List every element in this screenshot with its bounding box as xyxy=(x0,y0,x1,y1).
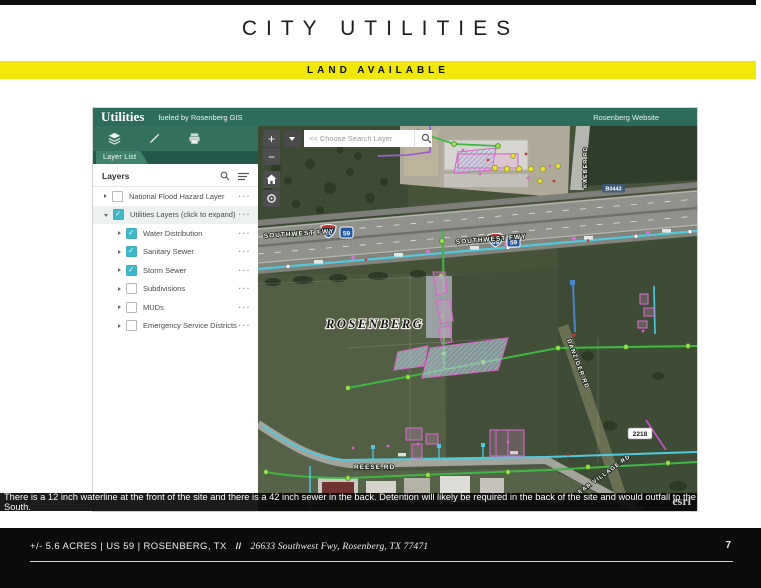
map-viewport[interactable]: 69 59 69 59 xyxy=(258,126,697,511)
gis-header: Utilities fueled by Rosenberg GIS Rosenb… xyxy=(93,108,697,126)
layer-row-emergency-service[interactable]: Emergency Service Districts ··· xyxy=(93,317,258,336)
layer-row-muds[interactable]: MUDs ··· xyxy=(93,298,258,317)
layer-label: Storm Sewer xyxy=(143,266,239,275)
home-extent-button[interactable] xyxy=(263,171,280,188)
gis-app-title: Utilities xyxy=(101,109,144,125)
layer-checkbox[interactable] xyxy=(113,209,124,220)
layer-menu-dots-icon[interactable]: ··· xyxy=(239,192,252,201)
b0443-label: B0443 xyxy=(605,186,621,192)
layer-menu-dots-icon[interactable]: ··· xyxy=(239,303,252,312)
search-icon xyxy=(421,133,432,144)
footer-rule xyxy=(30,561,733,562)
property-address: 26633 Southwest Fwy, Rosenberg, TX 77471 xyxy=(251,542,429,552)
expand-arrow-icon[interactable] xyxy=(118,268,121,272)
esri-attribution: esri xyxy=(672,494,691,509)
layer-options-icon[interactable] xyxy=(238,172,249,181)
footer: +/- 5.6 ACRES | US 59 | ROSENBERG, TX //… xyxy=(0,528,761,588)
layer-checkbox[interactable] xyxy=(126,283,137,294)
layers-panel-header: Layers xyxy=(93,164,258,187)
rosenberg-website-link[interactable]: Rosenberg Website xyxy=(593,113,659,122)
expand-arrow-icon[interactable] xyxy=(104,194,107,198)
top-accent-bar xyxy=(0,0,756,5)
layer-row-utilities[interactable]: Utilities Layers (click to expand) ··· xyxy=(93,206,258,225)
layer-label: Emergency Service Districts xyxy=(143,321,239,330)
zoom-in-button[interactable]: + xyxy=(263,130,280,147)
banner-label: LAND AVAILABLE xyxy=(307,65,449,76)
footer-separator: // xyxy=(236,541,242,551)
layer-label: MUDs xyxy=(143,303,239,312)
layer-checkbox[interactable] xyxy=(126,265,137,276)
gis-body: Layer List Layers xyxy=(93,126,697,511)
expand-arrow-icon[interactable] xyxy=(118,231,121,235)
gis-tagline: fueled by Rosenberg GIS xyxy=(158,113,242,122)
land-available-banner: LAND AVAILABLE xyxy=(0,61,756,79)
reese-rd-label: REESE RD xyxy=(354,464,395,471)
search-input[interactable] xyxy=(304,130,414,147)
layer-checkbox[interactable] xyxy=(112,191,123,202)
layer-menu-dots-icon[interactable]: ··· xyxy=(239,229,252,238)
expand-arrow-icon[interactable] xyxy=(104,214,108,217)
layers-icon[interactable] xyxy=(108,132,121,145)
search-layers-icon[interactable] xyxy=(220,171,230,181)
draw-pencil-icon[interactable] xyxy=(148,132,161,145)
expand-arrow-icon[interactable] xyxy=(118,324,121,328)
search-submit-button[interactable] xyxy=(414,130,432,147)
layer-menu-dots-icon[interactable]: ··· xyxy=(239,210,252,219)
home-icon xyxy=(266,174,277,185)
layer-menu-dots-icon[interactable]: ··· xyxy=(239,266,252,275)
b0443-chip: B0443 xyxy=(602,184,625,193)
map-search-bar xyxy=(284,130,432,147)
expand-arrow-icon[interactable] xyxy=(118,287,121,291)
layer-label: Sanitary Sewer xyxy=(143,247,239,256)
us-59-shield: 59 xyxy=(340,227,353,238)
layer-checkbox[interactable] xyxy=(126,320,137,331)
page-number: 7 xyxy=(725,540,731,551)
fm-2218-label: 2218 xyxy=(633,431,648,438)
layer-label: National Flood Hazard Layer xyxy=(129,192,239,201)
kaeber-rd-label: KAEBER RD xyxy=(583,146,589,188)
print-icon[interactable] xyxy=(188,132,201,145)
layer-row-national-flood[interactable]: National Flood Hazard Layer ··· xyxy=(93,187,258,206)
shield-59-label: 59 xyxy=(343,231,351,238)
layer-row-storm-sewer[interactable]: Storm Sewer ··· xyxy=(93,261,258,280)
layer-menu-dots-icon[interactable]: ··· xyxy=(239,321,252,330)
layer-label: Subdivisions xyxy=(143,284,239,293)
listing-summary: +/- 5.6 ACRES | US 59 | ROSENBERG, TX xyxy=(30,541,227,552)
zoom-out-button[interactable]: − xyxy=(263,148,280,165)
rosenberg-city-label: ROSENBERG xyxy=(325,317,424,331)
layer-menu-dots-icon[interactable]: ··· xyxy=(239,247,252,256)
layer-checkbox[interactable] xyxy=(126,302,137,313)
layer-row-sanitary-sewer[interactable]: Sanitary Sewer ··· xyxy=(93,243,258,262)
my-location-button[interactable] xyxy=(263,190,280,207)
footer-listing-line: +/- 5.6 ACRES | US 59 | ROSENBERG, TX //… xyxy=(30,541,428,552)
gis-toolbar xyxy=(93,126,258,151)
gis-app-screenshot: Utilities fueled by Rosenberg GIS Rosenb… xyxy=(93,108,697,511)
tab-strip: Layer List xyxy=(93,151,258,164)
caption-bar: There is a 12 inch waterline at the fron… xyxy=(0,493,697,511)
caption-text: There is a 12 inch waterline at the fron… xyxy=(4,492,697,512)
layer-label: Water Distribution xyxy=(143,229,239,238)
fm-2218-chip: 2218 xyxy=(628,428,652,439)
expand-arrow-icon[interactable] xyxy=(118,250,121,254)
layer-label: Utilities Layers (click to expand) xyxy=(130,210,239,219)
page-title: CITY UTILITIES xyxy=(0,17,761,41)
layer-row-subdivisions[interactable]: Subdivisions ··· xyxy=(93,280,258,299)
layer-checkbox[interactable] xyxy=(126,246,137,257)
tab-layer-list[interactable]: Layer List xyxy=(96,151,148,164)
layer-checkbox[interactable] xyxy=(126,228,137,239)
expand-arrow-icon[interactable] xyxy=(118,305,121,309)
layers-panel-title: Layers xyxy=(102,171,212,181)
layers-panel: Layers Natio xyxy=(93,164,258,511)
layer-sidebar: Layer List Layers xyxy=(93,126,258,511)
layer-row-water-distribution[interactable]: Water Distribution ··· xyxy=(93,224,258,243)
search-layer-dropdown-button[interactable] xyxy=(284,130,301,147)
slide: CITY UTILITIES LAND AVAILABLE Utilities … xyxy=(0,0,761,588)
locate-icon xyxy=(266,193,277,204)
satellite-map-art: 69 59 69 59 xyxy=(258,126,697,511)
layer-menu-dots-icon[interactable]: ··· xyxy=(239,284,252,293)
